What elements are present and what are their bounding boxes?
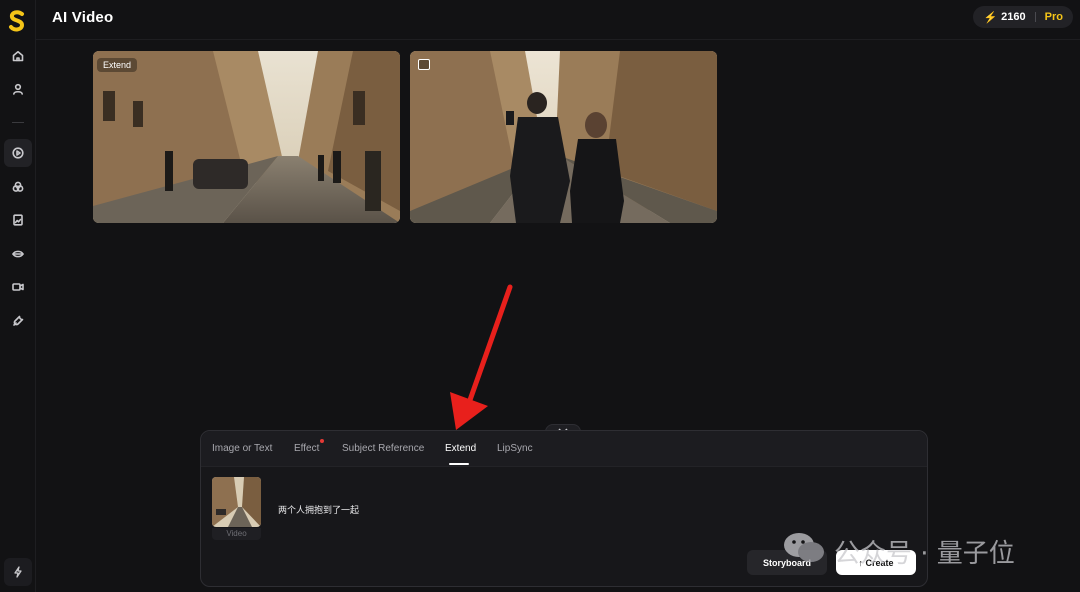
couple-walking-image <box>410 51 717 223</box>
lightning-icon: ⚡ <box>983 11 998 24</box>
app-window: AI Video ⚡ 2160 Pro Extend Image or Text… <box>0 0 1080 592</box>
credits-count: 2160 <box>1001 11 1026 23</box>
image-icon <box>418 59 430 70</box>
plan-label[interactable]: Pro <box>1045 11 1063 23</box>
tab-lipsync[interactable]: LipSync <box>497 443 533 454</box>
image-file-icon <box>13 214 23 226</box>
lightning-icon <box>14 566 22 578</box>
sidebar-tools-button[interactable] <box>4 307 32 335</box>
camera-icon <box>12 283 24 291</box>
source-video-thumbnail[interactable] <box>212 477 261 527</box>
active-tab-underline <box>449 463 469 465</box>
sidebar-lipsync-button[interactable] <box>4 240 32 268</box>
watermark: 公众号 · 量子位 <box>782 530 1052 569</box>
wrench-icon <box>13 315 24 326</box>
lips-icon <box>12 250 24 258</box>
user-icon <box>13 83 23 95</box>
sidebar-effects-button[interactable] <box>4 173 32 201</box>
card-extend-badge: Extend <box>97 58 138 72</box>
thumbnail-label: Video <box>212 528 261 540</box>
logo-icon[interactable] <box>7 10 27 32</box>
sidebar-video-button[interactable] <box>4 139 32 167</box>
video-card-extend[interactable]: Extend <box>93 51 400 223</box>
sidebar-user-button[interactable] <box>4 75 32 103</box>
home-icon <box>12 51 24 62</box>
sidebar-image-button[interactable] <box>4 206 32 234</box>
tab-subject-reference[interactable]: Subject Reference <box>342 443 424 454</box>
sidebar-divider <box>12 122 24 123</box>
credits-divider <box>1034 12 1036 22</box>
watermark-text: 公众号 · 量子位 <box>834 539 1015 569</box>
tab-extend[interactable]: Extend <box>445 443 476 454</box>
sidebar-camera-button[interactable] <box>4 273 32 301</box>
mode-tabs: Image or Text Effect Subject Reference E… <box>201 431 927 467</box>
video-play-icon <box>12 147 24 159</box>
header: AI Video ⚡ 2160 Pro <box>36 0 1080 40</box>
page-title: AI Video <box>52 9 114 26</box>
sidebar-home-button[interactable] <box>4 42 32 70</box>
wechat-logo-icon <box>784 533 824 562</box>
red-arrow-annotation <box>450 284 513 430</box>
tab-image-or-text[interactable]: Image or Text <box>212 443 272 454</box>
new-indicator-dot <box>320 439 324 443</box>
street-scene-image <box>93 51 400 223</box>
video-thumbnail-image <box>212 477 261 527</box>
credits-badge[interactable]: ⚡ 2160 Pro <box>973 6 1073 28</box>
sidebar-lightning-button[interactable] <box>4 558 32 586</box>
video-card-couple[interactable] <box>410 51 717 223</box>
sidebar <box>0 0 36 592</box>
effects-icon <box>12 181 24 192</box>
tab-effect[interactable]: Effect <box>294 443 319 454</box>
prompt-text[interactable]: 两个人拥抱到了一起 <box>278 503 359 516</box>
